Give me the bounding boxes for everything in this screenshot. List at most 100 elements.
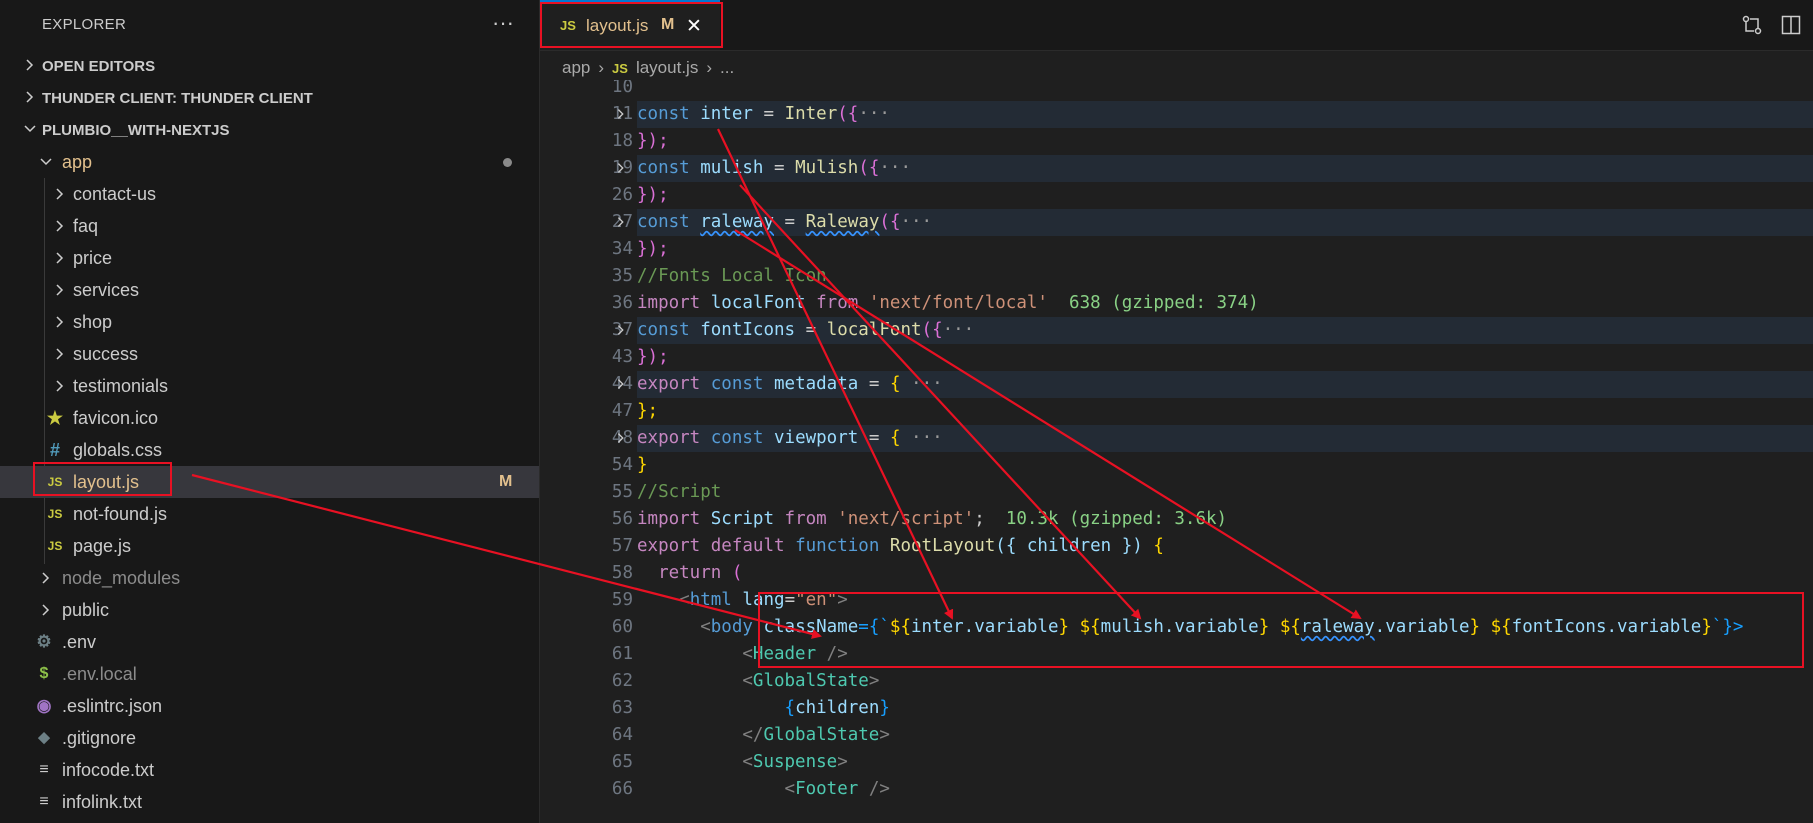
explorer-title: EXPLORER bbox=[42, 16, 127, 33]
file-env-local[interactable]: $ .env.local bbox=[0, 658, 539, 690]
js-icon: JS bbox=[47, 539, 63, 553]
code-line: 58 return ( bbox=[540, 560, 1813, 587]
folder-app[interactable]: app bbox=[0, 146, 539, 178]
breadcrumb-app[interactable]: app bbox=[562, 58, 590, 78]
chevron-right-icon bbox=[26, 91, 34, 103]
file-page-js[interactable]: JS page.js bbox=[0, 530, 539, 562]
fold-chevron-icon[interactable] bbox=[614, 101, 630, 128]
line-number: 62 bbox=[611, 671, 633, 691]
eslint-icon: ◉ bbox=[36, 696, 52, 715]
close-icon[interactable]: ✕ bbox=[686, 15, 702, 38]
folder-testimonials[interactable]: testimonials bbox=[0, 370, 539, 402]
code-text: import Script from 'next/script'; 10.3k … bbox=[637, 509, 1228, 529]
fold-chevron-icon[interactable] bbox=[614, 425, 630, 452]
file-globals-css[interactable]: # globals.css bbox=[0, 434, 539, 466]
section-label: OPEN EDITORS bbox=[42, 58, 156, 75]
code-text: export const metadata = { ··· bbox=[637, 374, 943, 394]
code-text: //Script bbox=[637, 482, 722, 502]
file-infocode[interactable]: ≡ infocode.txt bbox=[0, 754, 539, 786]
line-number: 59 bbox=[611, 590, 633, 610]
section-project[interactable]: PLUMBIO__WITH-NEXTJS bbox=[0, 114, 539, 146]
code-line: 34 }); bbox=[540, 236, 1813, 263]
code-text: return ( bbox=[658, 563, 743, 583]
folder-label: success bbox=[73, 344, 139, 364]
folder-label: shop bbox=[73, 312, 113, 332]
folder-node-modules[interactable]: node_modules bbox=[0, 562, 539, 594]
line-number: 55 bbox=[611, 482, 633, 502]
line-number: 26 bbox=[611, 185, 633, 205]
code-text: export const viewport = { ··· bbox=[637, 428, 943, 448]
dollar-icon: $ bbox=[39, 665, 49, 682]
code-line: 18 }); bbox=[540, 128, 1813, 155]
code-text: }); bbox=[637, 131, 669, 151]
tab-label: layout.js bbox=[586, 16, 649, 35]
split-editor-icon[interactable] bbox=[1780, 14, 1802, 36]
line-number: 64 bbox=[611, 725, 633, 745]
more-actions-icon[interactable]: ··· bbox=[492, 10, 514, 36]
breadcrumb: app › JS layout.js › ... bbox=[562, 56, 734, 80]
hash-icon: # bbox=[49, 440, 60, 460]
line-number: 18 bbox=[611, 131, 633, 151]
file-label: favicon.ico bbox=[73, 408, 159, 428]
breadcrumb-symbol[interactable]: ... bbox=[720, 58, 734, 78]
chevron-right-icon bbox=[56, 188, 64, 200]
text-file-icon: ≡ bbox=[39, 761, 49, 778]
code-editor[interactable]: 10 11 const inter = Inter({··· 18 }); 19… bbox=[540, 80, 1813, 823]
code-text: import localFont from 'next/font/local' … bbox=[637, 293, 1259, 313]
chevron-right-icon bbox=[56, 284, 64, 296]
code-line: 35 //Fonts Local Icon bbox=[540, 263, 1813, 290]
code-text: const raleway = Raleway({··· bbox=[637, 212, 933, 232]
code-text: }); bbox=[637, 239, 669, 259]
code-line: 59 <html lang="en"> bbox=[540, 587, 1813, 614]
folder-shop[interactable]: shop bbox=[0, 306, 539, 338]
folder-price[interactable]: price bbox=[0, 242, 539, 274]
code-line: 10 bbox=[540, 80, 1813, 101]
folder-contact-us[interactable]: contact-us bbox=[0, 178, 539, 210]
code-line: 27 const raleway = Raleway({··· bbox=[540, 209, 1813, 236]
section-label: PLUMBIO__WITH-NEXTJS bbox=[42, 122, 230, 139]
chevron-down-icon bbox=[40, 158, 52, 166]
chevron-down-icon bbox=[24, 125, 36, 133]
chevron-right-icon bbox=[56, 348, 64, 360]
file-not-found-js[interactable]: JS not-found.js bbox=[0, 498, 539, 530]
compare-changes-icon[interactable] bbox=[1741, 14, 1763, 36]
modified-badge: M bbox=[499, 473, 513, 490]
breadcrumb-file[interactable]: layout.js bbox=[636, 58, 698, 78]
chevron-right-icon bbox=[56, 252, 64, 264]
folder-label: services bbox=[73, 280, 140, 300]
code-text: //Fonts Local Icon bbox=[637, 266, 827, 286]
text-file-icon: ≡ bbox=[39, 793, 49, 810]
folder-services[interactable]: services bbox=[0, 274, 539, 306]
code-line: 57 export default function RootLayout({ … bbox=[540, 533, 1813, 560]
folder-faq[interactable]: faq bbox=[0, 210, 539, 242]
file-gitignore[interactable]: ◆ .gitignore bbox=[0, 722, 539, 754]
folder-label: app bbox=[62, 152, 93, 172]
code-line: 37 const fontIcons = localFont({··· bbox=[540, 317, 1813, 344]
line-number: 61 bbox=[611, 644, 633, 664]
code-line: 63 {children} bbox=[540, 695, 1813, 722]
folder-label: faq bbox=[73, 216, 99, 236]
file-infolink[interactable]: ≡ infolink.txt bbox=[0, 786, 539, 818]
editor-area: JS layout.js M ✕ app › JS layout.js › ..… bbox=[540, 0, 1813, 823]
file-favicon[interactable]: ★ favicon.ico bbox=[0, 402, 539, 434]
file-eslintrc[interactable]: ◉ .eslintrc.json bbox=[0, 690, 539, 722]
fold-chevron-icon[interactable] bbox=[614, 209, 630, 236]
folder-success[interactable]: success bbox=[0, 338, 539, 370]
file-label: .env.local bbox=[62, 664, 137, 684]
folder-label: public bbox=[62, 600, 110, 620]
fold-chevron-icon[interactable] bbox=[614, 371, 630, 398]
file-env[interactable]: ⚙ .env bbox=[0, 626, 539, 658]
fold-chevron-icon[interactable] bbox=[614, 317, 630, 344]
fold-chevron-icon[interactable] bbox=[614, 155, 630, 182]
chevron-right-icon: › bbox=[598, 58, 605, 77]
tab-layout-js[interactable]: JS layout.js M ✕ bbox=[540, 0, 720, 50]
folder-public[interactable]: public bbox=[0, 594, 539, 626]
section-open-editors[interactable]: OPEN EDITORS bbox=[0, 50, 539, 82]
file-layout-js[interactable]: JS layout.js M bbox=[0, 466, 539, 498]
line-number: 60 bbox=[611, 617, 633, 637]
section-thunder-client[interactable]: THUNDER CLIENT: THUNDER CLIENT bbox=[0, 82, 539, 114]
chevron-right-icon bbox=[42, 572, 50, 584]
code-text: } bbox=[637, 455, 648, 475]
file-label: infocode.txt bbox=[62, 760, 155, 780]
chevron-right-icon: › bbox=[706, 58, 712, 77]
